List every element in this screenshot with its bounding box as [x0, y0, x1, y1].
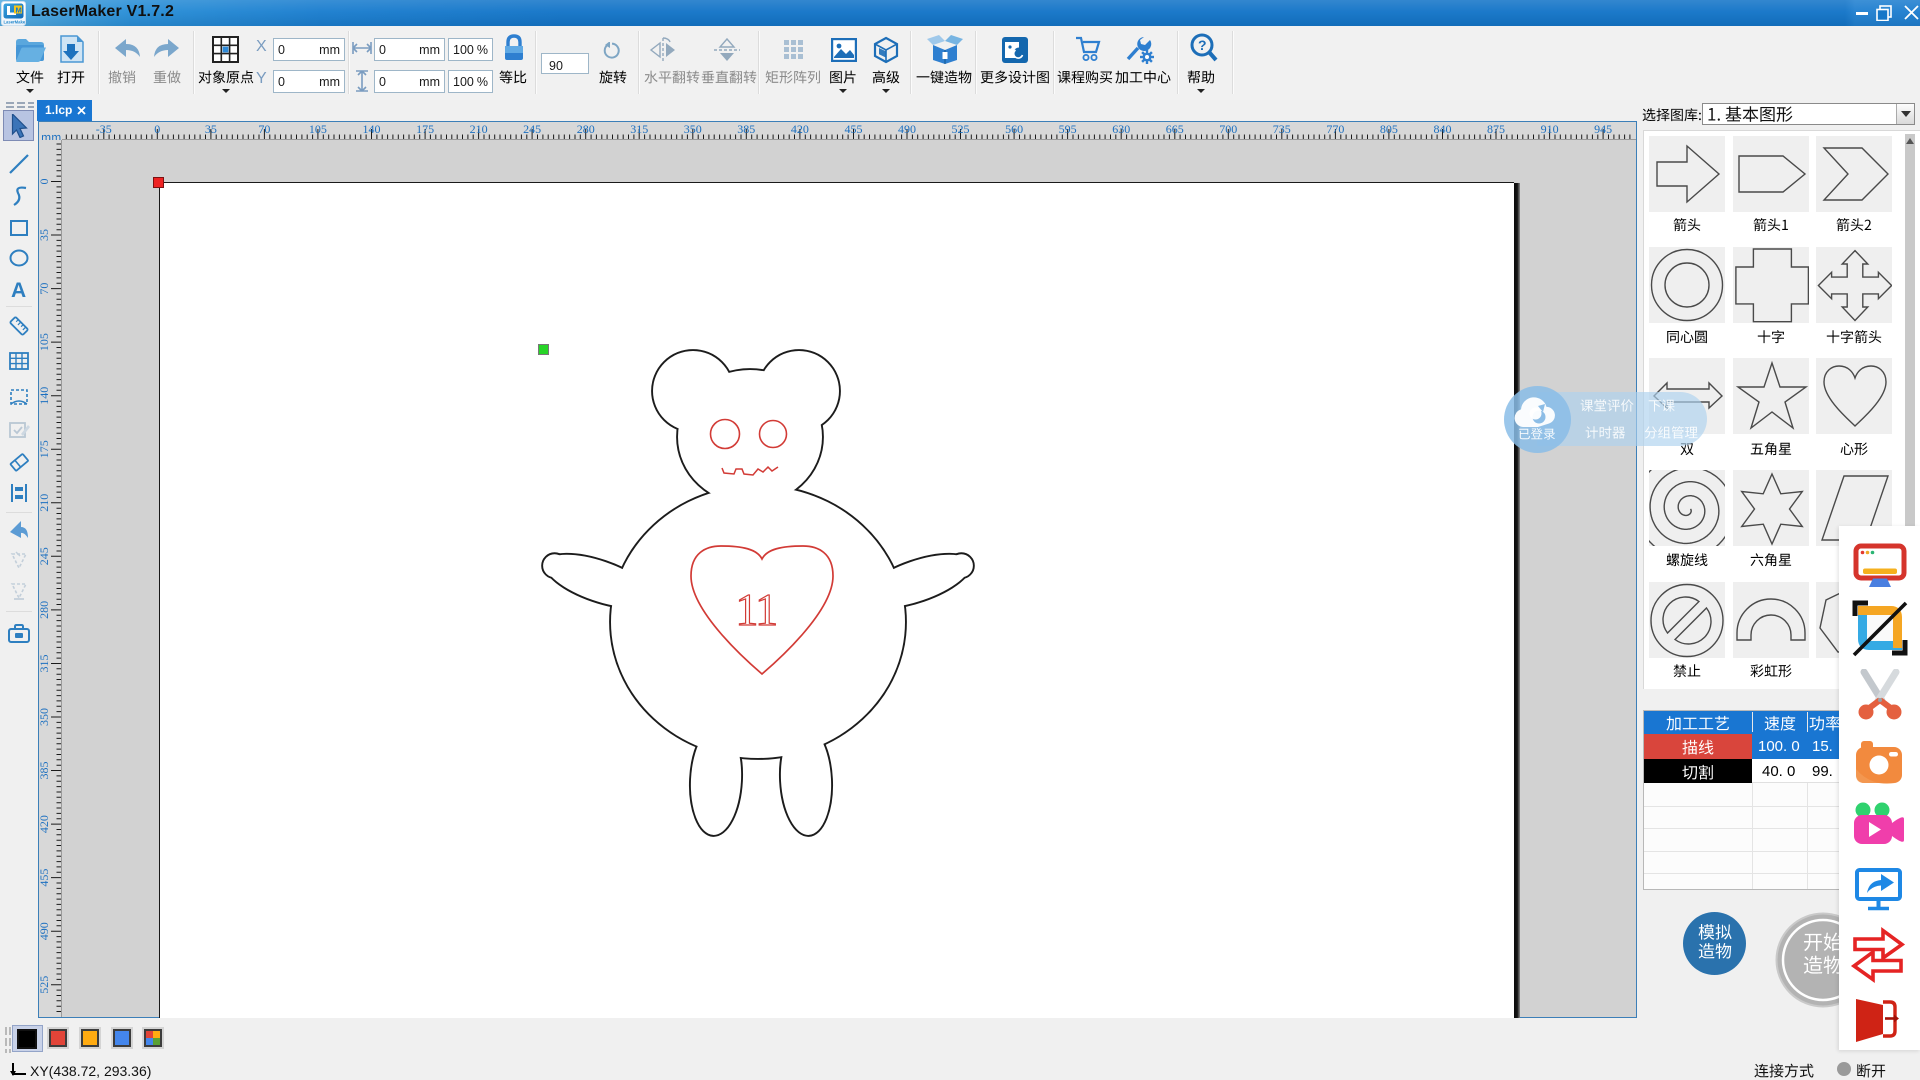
svg-text:11: 11	[735, 584, 776, 635]
